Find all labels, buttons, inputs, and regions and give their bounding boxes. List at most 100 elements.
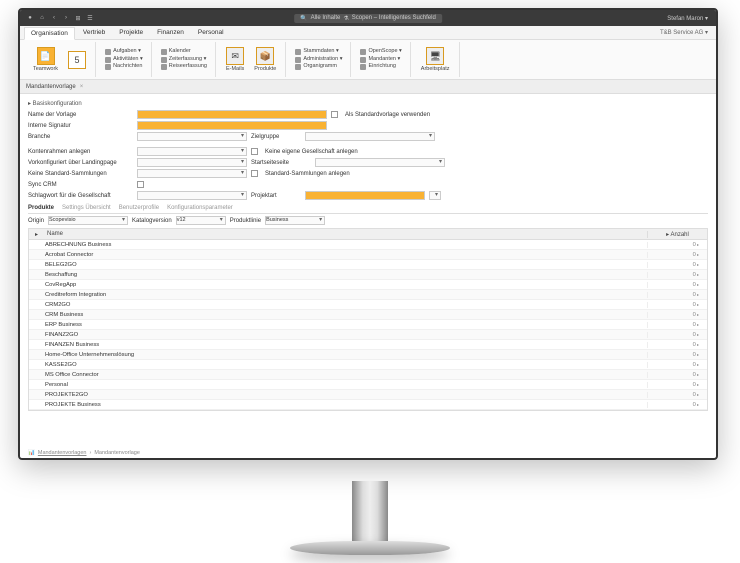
teamwork-button[interactable]: 📄 Teamwork — [30, 46, 61, 73]
global-search[interactable]: 🔍 Alle Inhalte ⚗ Scopen – Intelligentes … — [294, 14, 442, 23]
dropdown-projektart[interactable] — [429, 191, 441, 200]
table-row[interactable]: PROJEKTE2GO0 — [29, 390, 707, 400]
cell-anzahl[interactable]: 0 — [647, 282, 707, 288]
input-name-vorlage[interactable] — [137, 110, 327, 119]
mandanten-button[interactable]: Mandanten ▾ — [358, 56, 403, 64]
table-row[interactable]: Acrobat Connector0 — [29, 250, 707, 260]
table-row[interactable]: MS Office Connector0 — [29, 370, 707, 380]
cell-anzahl[interactable]: 0 — [647, 302, 707, 308]
dropdown-kontenrahmen[interactable] — [137, 147, 247, 156]
cell-anzahl[interactable]: 0 — [647, 272, 707, 278]
table-row[interactable]: CRM2GO0 — [29, 300, 707, 310]
dropdown-zielgruppe[interactable] — [305, 132, 435, 141]
produkte-button[interactable]: 📦 Produkte — [251, 46, 279, 73]
calendar-day-button[interactable]: 5 — [65, 50, 89, 70]
table-row[interactable]: Creditreform Integration0 — [29, 290, 707, 300]
input-projektart[interactable] — [305, 191, 425, 200]
tab-projekte[interactable]: Projekte — [113, 27, 149, 38]
cell-anzahl[interactable]: 0 — [647, 242, 707, 248]
table-row[interactable]: Beschaffung0 — [29, 270, 707, 280]
admin-icon — [295, 57, 301, 63]
aufgaben-button[interactable]: Aufgaben ▾ — [103, 48, 145, 56]
table-row[interactable]: Home-Office Unternehmenslösung0 — [29, 350, 707, 360]
tab-vertrieb[interactable]: Vertrieb — [77, 27, 111, 38]
subtab-produkte[interactable]: Produkte — [28, 205, 54, 211]
cell-anzahl[interactable]: 0 — [647, 352, 707, 358]
dropdown-katalogversion[interactable]: v12 — [176, 216, 226, 225]
einrichtung-button[interactable]: Einrichtung — [358, 63, 403, 71]
subtab-settings[interactable]: Settings Übersicht — [62, 205, 111, 211]
dropdown-startseite[interactable] — [315, 158, 445, 167]
table-row[interactable]: PROJEKTE Business0 — [29, 400, 707, 410]
close-tab-icon[interactable]: × — [80, 84, 84, 90]
back-icon[interactable]: ‹ — [50, 14, 58, 22]
data-icon — [295, 49, 301, 55]
zeiterfassung-button[interactable]: Zeiterfassung ▾ — [159, 56, 209, 64]
cell-anzahl[interactable]: 0 — [647, 382, 707, 388]
table-row[interactable]: KASSE2GO0 — [29, 360, 707, 370]
cell-anzahl[interactable]: 0 — [647, 392, 707, 398]
table-row[interactable]: CRM Business0 — [29, 310, 707, 320]
dropdown-vorkonfiguriert[interactable] — [137, 158, 247, 167]
breadcrumb-parent[interactable]: Mandantenvorlagen — [38, 450, 87, 456]
dropdown-keine-sammlungen[interactable] — [137, 169, 247, 178]
column-name[interactable]: Name — [41, 231, 647, 237]
table-row[interactable]: Personal0 — [29, 380, 707, 390]
forward-icon[interactable]: › — [62, 14, 70, 22]
table-row[interactable]: ABRECHNUNG Business0 — [29, 240, 707, 250]
table-row[interactable]: ERP Business0 — [29, 320, 707, 330]
cell-anzahl[interactable]: 0 — [647, 252, 707, 258]
reiseerfassung-button[interactable]: Reiseerfassung — [159, 63, 209, 71]
cell-name: CRM2GO — [29, 302, 647, 308]
tab-personal[interactable]: Personal — [192, 27, 230, 38]
cell-anzahl[interactable]: 0 — [647, 292, 707, 298]
cell-anzahl[interactable]: 0 — [647, 402, 707, 408]
grid-icon[interactable]: ⊞ — [74, 14, 82, 22]
administration-button[interactable]: Administration ▾ — [293, 56, 344, 64]
input-interne-signatur[interactable] — [137, 121, 327, 130]
tab-finanzen[interactable]: Finanzen — [151, 27, 190, 38]
company-selector[interactable]: T&B Service AG ▾ — [660, 29, 712, 36]
cell-anzahl[interactable]: 0 — [647, 262, 707, 268]
label-startseite: Startseiteseite — [251, 160, 311, 166]
subtab-konfiguration[interactable]: Konfigurationsparameter — [167, 205, 233, 211]
list-icon[interactable]: ☰ — [86, 14, 94, 22]
checkbox-keine-gesellschaft[interactable] — [251, 148, 258, 155]
nachrichten-button[interactable]: Nachrichten — [103, 63, 145, 71]
stammdaten-button[interactable]: Stammdaten ▾ — [293, 48, 344, 56]
dropdown-schlagwort[interactable] — [137, 191, 247, 200]
emails-button[interactable]: ✉ E-Mails — [223, 46, 247, 73]
aktivitaeten-button[interactable]: Aktivitäten ▾ — [103, 56, 145, 64]
cell-anzahl[interactable]: 0 — [647, 312, 707, 318]
document-tab[interactable]: Mandantenvorlage × — [20, 80, 716, 94]
table-row[interactable]: BELEG2GO0 — [29, 260, 707, 270]
checkbox-standardvorlage[interactable] — [331, 111, 338, 118]
kalender-button[interactable]: Kalender — [159, 48, 209, 56]
cell-anzahl[interactable]: 0 — [647, 322, 707, 328]
table-row[interactable]: CovRegApp0 — [29, 280, 707, 290]
user-menu[interactable]: Stefan Maron ▾ — [667, 15, 708, 22]
dropdown-branche[interactable] — [137, 132, 247, 141]
openscope-button[interactable]: OpenScope ▾ — [358, 48, 403, 56]
checkbox-standard-sammlungen[interactable] — [251, 170, 258, 177]
cell-anzahl[interactable]: 0 — [647, 372, 707, 378]
table-row[interactable]: FINANZ2GO0 — [29, 330, 707, 340]
dropdown-produktlinie[interactable]: Business — [265, 216, 325, 225]
checkbox-sync-crm[interactable] — [137, 181, 144, 188]
tab-organisation[interactable]: Organisation — [24, 27, 75, 40]
table-row[interactable]: FINANZEN Business0 — [29, 340, 707, 350]
cell-anzahl[interactable]: 0 — [647, 342, 707, 348]
expand-all-icon[interactable]: ▸ — [29, 231, 41, 238]
subtab-benutzerprofile[interactable]: Benutzerprofile — [119, 205, 159, 211]
home-icon[interactable]: ⌂ — [38, 14, 46, 22]
section-basiskonfiguration[interactable]: ▸ Basiskonfiguration — [28, 100, 708, 107]
cell-name: BELEG2GO — [29, 262, 647, 268]
email-icon: ✉ — [226, 47, 244, 65]
column-anzahl[interactable]: ▸ Anzahl — [647, 231, 707, 238]
dropdown-origin[interactable]: Scopevisio — [48, 216, 128, 225]
arbeitsplatz-button[interactable]: 🖥 Arbeitsplatz — [418, 46, 453, 73]
cell-anzahl[interactable]: 0 — [647, 362, 707, 368]
organigramm-button[interactable]: Organigramm — [293, 63, 344, 71]
label-katalogversion: Katalogversion — [132, 218, 172, 224]
cell-anzahl[interactable]: 0 — [647, 332, 707, 338]
